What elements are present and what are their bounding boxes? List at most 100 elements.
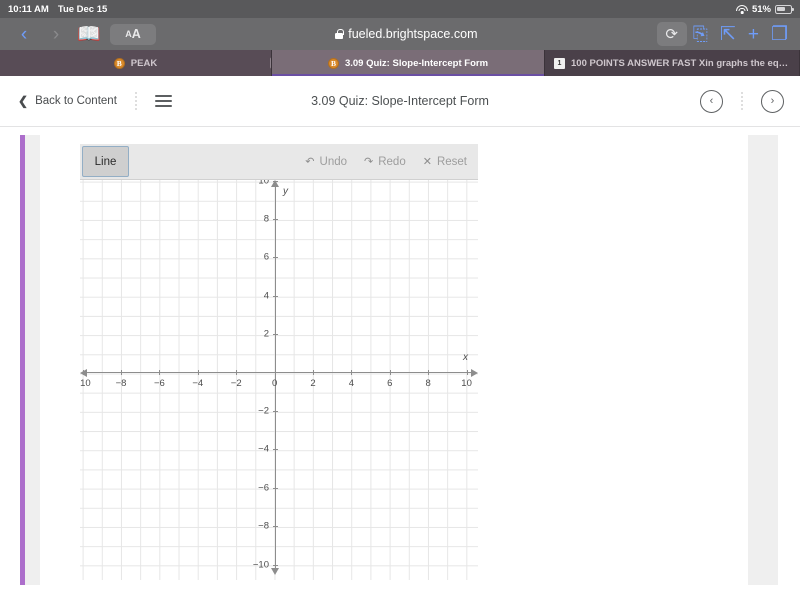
close-x-icon: ✕ xyxy=(422,156,432,168)
x-axis-tick-label: −2 xyxy=(230,378,242,389)
screen: 10:11 AM Tue Dec 15 51% ‹ › 📖 AA fueled.… xyxy=(0,0,800,600)
x-axis-tick-label: −8 xyxy=(115,378,127,389)
document-favicon: 1 xyxy=(554,57,565,69)
lock-icon xyxy=(335,29,344,39)
forward-icon[interactable]: › xyxy=(40,25,72,44)
address-bar[interactable]: fueled.brightspace.com xyxy=(160,22,653,46)
x-axis-tick xyxy=(82,370,84,375)
y-axis-tick xyxy=(272,526,278,528)
y-axis-tick xyxy=(272,334,278,336)
circle-chevron-right-icon[interactable]: › xyxy=(761,89,784,113)
reset-label: Reset xyxy=(436,155,467,168)
redo-label: Redo xyxy=(378,155,406,168)
back-to-content-button[interactable]: ❮ Back to Content xyxy=(18,94,117,108)
page-title: 3.09 Quiz: Slope-Intercept Form xyxy=(311,94,489,108)
x-axis-tick-label: 10 xyxy=(461,378,472,389)
x-axis-tick xyxy=(197,370,199,375)
x-axis-label: x xyxy=(463,352,468,363)
y-axis-tick xyxy=(272,180,278,182)
y-axis-tick xyxy=(272,564,278,566)
header-nav-actions: ‹ › xyxy=(700,89,800,113)
text-size-button[interactable]: AA xyxy=(110,23,156,45)
x-axis-tick xyxy=(159,370,161,375)
browser-tab-active[interactable]: B 3.09 Quiz: Slope-Intercept Form xyxy=(272,50,545,76)
y-axis-tick xyxy=(272,410,278,412)
left-gutter xyxy=(25,135,40,585)
share-icon[interactable]: ⇱ xyxy=(720,25,736,44)
y-axis-tick-label: −4 xyxy=(258,443,269,455)
download-icon[interactable]: ⎘ xyxy=(693,25,708,44)
hamburger-menu-icon[interactable] xyxy=(154,95,172,107)
y-axis-tick-label: −2 xyxy=(258,405,269,417)
status-date: Tue Dec 15 xyxy=(57,3,108,15)
tabs-overview-icon[interactable]: ❐ xyxy=(771,25,788,44)
back-icon[interactable]: ‹ xyxy=(8,25,40,44)
y-axis-tick-label: −8 xyxy=(258,520,269,532)
y-axis-tick xyxy=(272,218,278,220)
back-to-content-label: Back to Content xyxy=(35,95,117,107)
undo-button[interactable]: ↶ Undo xyxy=(305,155,348,169)
status-left: 10:11 AM Tue Dec 15 xyxy=(0,4,107,15)
y-axis-tick xyxy=(272,487,278,489)
chevron-left-icon: ❮ xyxy=(18,94,29,108)
y-axis-line xyxy=(274,185,276,568)
y-axis-arrow-down xyxy=(271,568,279,575)
graphing-widget: Line ↶ Undo ↷ Redo ✕ Reset x y 10 −8 −6 … xyxy=(80,144,478,585)
x-axis-tick xyxy=(313,370,314,375)
browser-tab[interactable]: B PEAK × xyxy=(0,50,272,76)
brightspace-favicon: B xyxy=(327,57,339,69)
x-axis-tick-label: −6 xyxy=(153,378,165,389)
url-text: fueled.brightspace.com xyxy=(348,27,478,41)
divider xyxy=(134,91,137,111)
quiz-content-area: Line ↶ Undo ↷ Redo ✕ Reset x y 10 −8 −6 … xyxy=(0,127,800,600)
x-axis-line xyxy=(82,372,476,373)
y-axis-tick xyxy=(272,295,278,297)
y-axis-tick-label: 4 xyxy=(263,290,269,302)
redo-button[interactable]: ↷ Redo xyxy=(364,155,406,169)
line-tool-button[interactable]: Line xyxy=(82,146,129,177)
status-right: 51% xyxy=(735,3,800,15)
textsize-large-label: A xyxy=(131,27,141,41)
x-axis-tick-label: 4 xyxy=(348,378,355,389)
redo-arrow-icon: ↷ xyxy=(364,156,374,168)
y-axis-tick-label: −10 xyxy=(252,559,269,570)
x-axis-tick xyxy=(121,370,122,375)
y-axis-tick xyxy=(272,257,278,259)
browser-tab[interactable]: 1 100 POINTS ANSWER FAST Xin graphs the … xyxy=(545,50,800,76)
x-axis-tick-label: 6 xyxy=(387,378,393,389)
undo-arrow-icon: ↶ xyxy=(305,156,315,168)
y-axis-tick-label: −6 xyxy=(258,482,269,494)
wifi-icon xyxy=(735,4,748,14)
divider xyxy=(741,91,743,111)
y-axis-tick xyxy=(272,449,278,451)
plus-icon[interactable]: + xyxy=(748,25,759,44)
x-axis-tick xyxy=(428,370,430,375)
reset-button[interactable]: ✕ Reset xyxy=(422,155,467,169)
coordinate-plane[interactable]: x y −10 −8 −6 −4 −2 0 2 4 6 8 10 10 8 6 4 2 −2 −4 −6 −8 −10 xyxy=(80,180,478,580)
x-axis-tick-label: 8 xyxy=(425,378,431,389)
x-axis-tick-label: −4 xyxy=(192,378,204,389)
x-axis-tick-label: 2 xyxy=(310,378,316,389)
x-axis-tick-label: −10 xyxy=(80,378,91,389)
circle-chevron-left-icon[interactable]: ‹ xyxy=(700,89,723,113)
x-axis-tick xyxy=(389,370,391,375)
right-gutter xyxy=(748,135,778,585)
graph-toolbar: Line ↶ Undo ↷ Redo ✕ Reset xyxy=(80,144,478,180)
x-axis-arrow-right xyxy=(471,368,478,377)
x-axis-tick-label: 0 xyxy=(271,378,278,389)
book-icon[interactable]: 📖 xyxy=(72,25,106,44)
y-axis-tick-label: 10 xyxy=(258,180,269,186)
battery-icon xyxy=(775,4,794,14)
browser-tab-bar: B PEAK × B 3.09 Quiz: Slope-Intercept Fo… xyxy=(0,50,800,76)
reload-icon[interactable]: ⟳ xyxy=(656,22,687,46)
graph-toolbar-actions: ↶ Undo ↷ Redo ✕ Reset xyxy=(305,155,478,169)
tab-title: PEAK xyxy=(130,57,158,69)
battery-percent: 51% xyxy=(751,3,771,15)
browser-toolbar: ‹ › 📖 AA fueled.brightspace.com ⟳ ⎘ ⇱ + … xyxy=(0,18,800,50)
toolbar-right-actions: ⎘ ⇱ + ❐ xyxy=(693,25,800,44)
x-axis-tick xyxy=(236,370,238,375)
brightspace-favicon: B xyxy=(113,57,125,69)
undo-label: Undo xyxy=(319,155,348,168)
y-axis-tick-label: 8 xyxy=(263,213,269,225)
graph-gridlines xyxy=(80,180,478,580)
